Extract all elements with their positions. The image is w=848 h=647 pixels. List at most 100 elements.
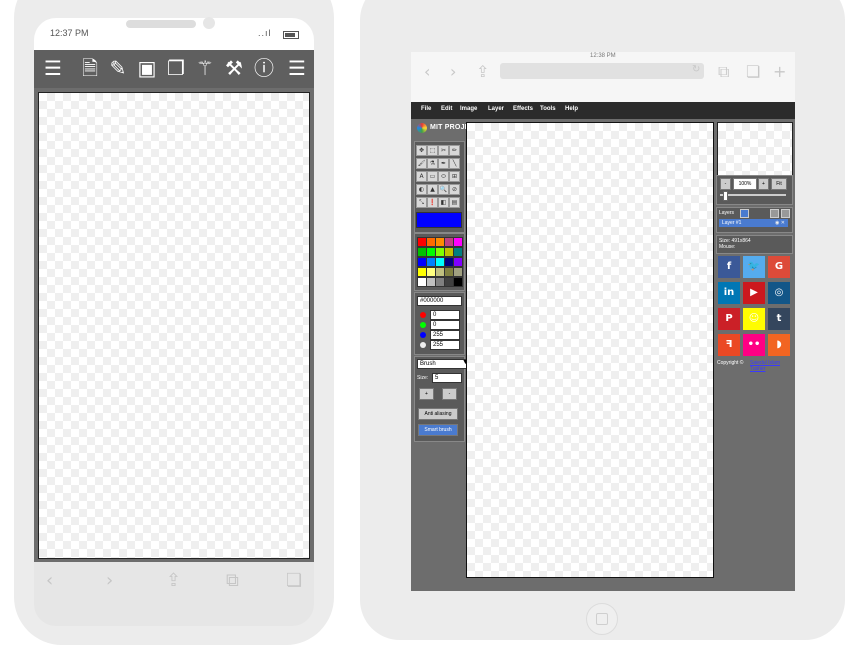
hex-input[interactable]: #000000 [417, 296, 462, 306]
pen-icon[interactable]: ✒ [438, 158, 449, 169]
crop-icon[interactable]: ✂ [438, 145, 449, 156]
tabs-icon[interactable]: ❏ [746, 62, 760, 81]
new-tab-icon[interactable]: + [773, 62, 786, 81]
size-label: Size: [417, 375, 429, 381]
bookmarks-icon[interactable]: ⧉ [226, 570, 239, 591]
phone-camera [203, 17, 215, 29]
zoom-slider-handle[interactable] [723, 191, 728, 201]
smart-brush-button[interactable]: Smart brush [418, 424, 458, 436]
google-icon[interactable]: G [768, 256, 790, 278]
menu-layer[interactable]: Layer [488, 106, 504, 112]
blue-input[interactable]: 255 [430, 330, 460, 340]
menu-tools[interactable]: Tools [540, 106, 556, 112]
file-icon[interactable]: 🗎 [78, 56, 102, 80]
alpha-dot [420, 342, 426, 348]
active-color-swatch[interactable] [416, 212, 462, 228]
instagram-icon[interactable]: ◎ [768, 282, 790, 304]
menu-edit[interactable]: Edit [441, 106, 452, 112]
image-icon[interactable]: ▣ [135, 56, 159, 80]
home-button[interactable] [586, 603, 618, 635]
palette-swatch[interactable] [453, 257, 463, 267]
snapchat-icon[interactable]: ☺ [743, 308, 765, 330]
anti-aliasing-button[interactable]: Anti aliasing [418, 408, 458, 420]
text-icon[interactable]: A [416, 171, 427, 182]
copyright-text: Copyright © [717, 360, 744, 366]
linkedin-icon[interactable]: in [718, 282, 740, 304]
forward-icon[interactable]: › [450, 62, 456, 81]
address-bar[interactable] [500, 63, 704, 79]
erase-icon[interactable]: ⊘ [449, 184, 460, 195]
tabs-icon[interactable]: ❏ [286, 570, 302, 591]
twitter-icon[interactable]: 🐦 [743, 256, 765, 278]
back-icon[interactable]: ‹ [46, 570, 53, 591]
reload-icon[interactable]: ↻ [692, 64, 700, 75]
zoom-out-button[interactable]: - [720, 178, 731, 190]
layer-down-icon[interactable] [781, 209, 790, 218]
back-icon[interactable]: ‹ [424, 62, 430, 81]
green-input[interactable]: 0 [430, 320, 460, 330]
menu-image[interactable]: Image [460, 106, 477, 112]
pencil-icon[interactable]: ✏ [449, 145, 460, 156]
mouse-info: Mouse: [719, 244, 736, 250]
forward-icon[interactable]: › [106, 570, 113, 591]
shape-icon[interactable]: ▲ [427, 184, 438, 195]
zoom-in-button[interactable]: + [758, 178, 769, 190]
brush-icon[interactable]: 🖌 [416, 158, 427, 169]
share-icon[interactable]: ⇪ [166, 570, 181, 591]
layers-icon[interactable]: ❐ [164, 56, 188, 80]
flickr-icon[interactable]: •• [743, 334, 765, 356]
hamburger-icon[interactable]: ☰ [285, 56, 309, 80]
pinterest-icon[interactable]: P [718, 308, 740, 330]
palette-swatch[interactable] [453, 247, 463, 257]
alert-icon[interactable]: ❗ [427, 197, 438, 208]
alpha-input[interactable]: 255 [430, 340, 460, 350]
rect-icon[interactable]: ▭ [427, 171, 438, 182]
author-link[interactable]: Saiedul Islam Tusher [750, 360, 790, 372]
zoom-slider[interactable] [720, 194, 786, 196]
bookmarks-icon[interactable]: ⧉ [718, 62, 729, 82]
fill-icon[interactable]: ◐ [416, 184, 427, 195]
select-icon[interactable]: ⬚ [427, 145, 438, 156]
palette-swatch[interactable] [453, 277, 463, 287]
layer-visibility-icon[interactable]: ◉ ✕ [775, 220, 785, 226]
move-icon[interactable]: ✥ [416, 145, 427, 156]
menu-icon[interactable]: ☰ [41, 56, 65, 80]
gradient-icon[interactable]: ◧ [438, 197, 449, 208]
stumbleupon-icon[interactable]: ꟻ [718, 334, 740, 356]
info-icon[interactable]: ⓘ [252, 56, 276, 80]
size-plus-button[interactable]: + [419, 388, 434, 400]
facebook-icon[interactable]: f [718, 256, 740, 278]
phone-clock: 12:37 PM [50, 28, 89, 38]
pattern-icon[interactable]: ▤ [449, 197, 460, 208]
preview-thumbnail [717, 122, 793, 176]
phone-drawing-canvas[interactable] [38, 92, 310, 559]
zoom-fit-button[interactable]: Fit [771, 178, 787, 190]
tumblr-icon[interactable]: t [768, 308, 790, 330]
tablet-clock: 12:38 PM [590, 53, 616, 59]
size-input[interactable]: 5 [432, 373, 462, 383]
ellipse-icon[interactable]: ⬭ [438, 171, 449, 182]
menu-help[interactable]: Help [565, 106, 578, 112]
youtube-icon[interactable]: ▶ [743, 282, 765, 304]
edit-icon[interactable]: ✎ [106, 56, 130, 80]
palette-swatch[interactable] [453, 267, 463, 277]
drawing-canvas[interactable] [466, 122, 714, 578]
palette-swatch[interactable] [453, 237, 463, 247]
picker-icon[interactable]: ⚗ [427, 158, 438, 169]
menu-file[interactable]: File [421, 106, 431, 112]
rss-icon[interactable]: ◗ [768, 334, 790, 356]
line-icon[interactable]: ╲ [449, 158, 460, 169]
red-input[interactable]: 0 [430, 310, 460, 320]
share-icon[interactable]: ⇪ [476, 62, 489, 81]
hammer-icon[interactable]: ⚒ [222, 56, 246, 80]
magic-wand-icon[interactable]: ⚚ [193, 56, 217, 80]
layer-up-icon[interactable] [770, 209, 779, 218]
green-dot [420, 322, 426, 328]
transform-icon[interactable]: ⤡ [416, 197, 427, 208]
add-layer-icon[interactable] [740, 209, 749, 218]
zoom-icon[interactable]: 🔍 [438, 184, 449, 195]
zoom-level[interactable]: 100% [733, 178, 757, 190]
grid-icon[interactable]: ⊞ [449, 171, 460, 182]
menu-effects[interactable]: Effects [513, 106, 533, 112]
size-minus-button[interactable]: - [442, 388, 457, 400]
